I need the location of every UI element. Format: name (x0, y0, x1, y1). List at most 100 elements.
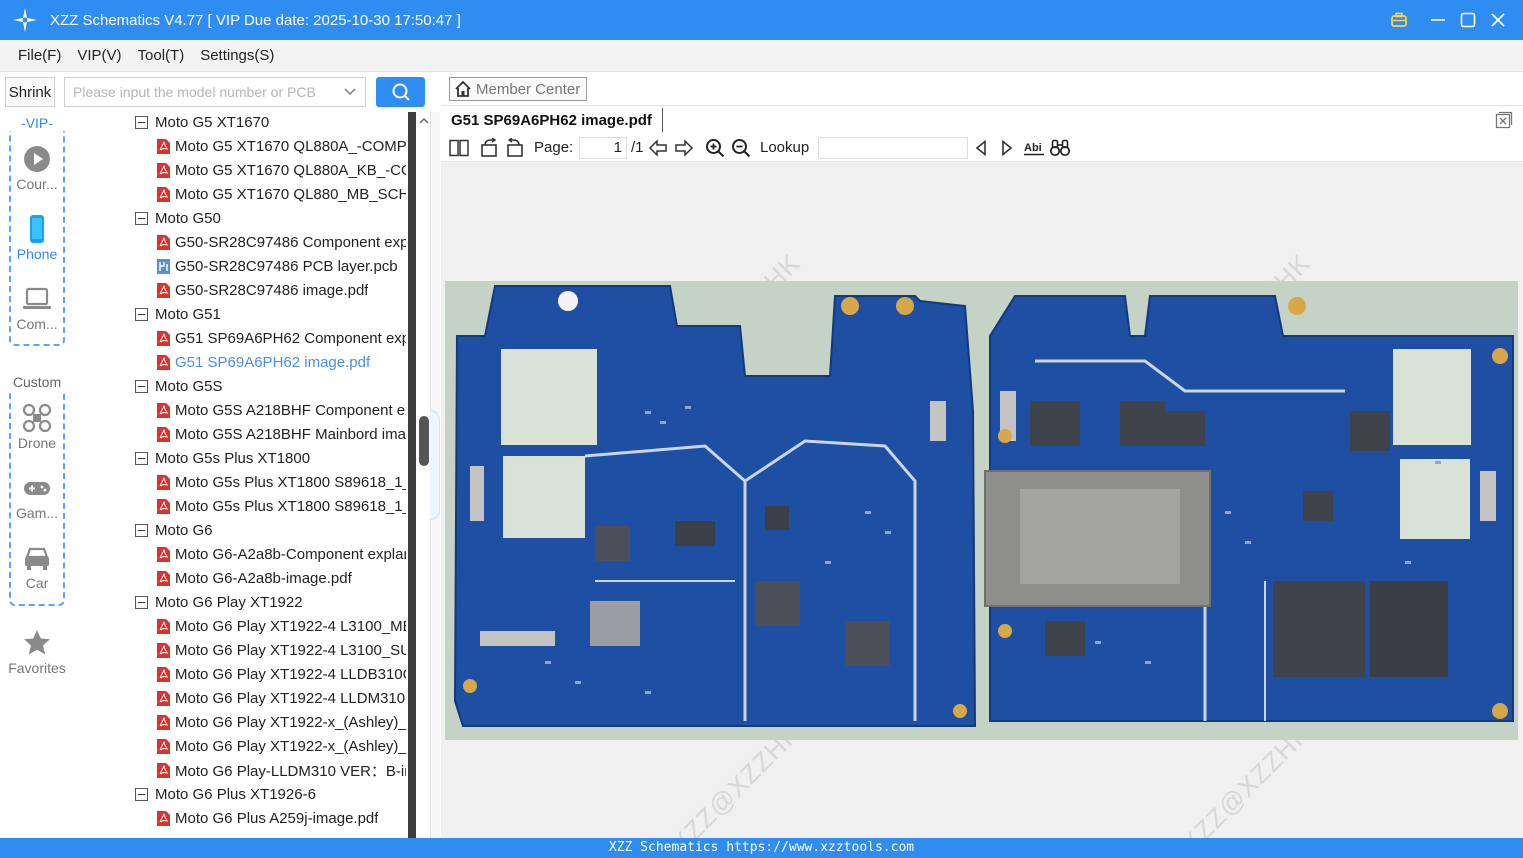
pcb-board-image[interactable] (445, 281, 1518, 740)
tree-file[interactable]: Moto G5S A218BHF Mainbord image (75, 422, 407, 446)
category-course[interactable]: Cour... (0, 144, 74, 192)
tab-g51-image[interactable]: G51 SP69A6PH62 image.pdf (451, 108, 663, 132)
tree-item-label: Moto G6 (155, 521, 213, 539)
tree-scrollbar[interactable] (408, 112, 416, 838)
search-input[interactable] (65, 78, 325, 106)
category-label: Phone (16, 246, 58, 262)
collapse-toggle-icon[interactable] (135, 787, 148, 801)
zoom-out-icon[interactable] (731, 138, 751, 158)
binoculars-icon[interactable] (1049, 138, 1071, 158)
scroll-thumb[interactable] (419, 416, 429, 466)
tree-item-label: Moto G5s Plus XT1800 S89618_1_1 (175, 497, 407, 515)
chevron-down-icon[interactable] (343, 84, 357, 101)
two-page-view-icon[interactable] (449, 138, 469, 158)
tree-item-label: Moto G5S A218BHF Mainbord image (175, 425, 407, 443)
tree-file[interactable]: Moto G6 Play XT1922-4 L3100_MB (75, 614, 407, 638)
tree-item-label: G51 SP69A6PH62 Component explanation (175, 329, 407, 347)
tree-file[interactable]: G51 SP69A6PH62 image.pdf (75, 350, 370, 374)
menu-settings[interactable]: Settings(S) (200, 47, 274, 64)
tree-file[interactable]: Moto G6 Play XT1922-4 LLDM310E (75, 686, 407, 710)
tree-file[interactable]: Moto G6 Play-LLDM310 VER：B-in (75, 758, 407, 782)
tree-file[interactable]: Moto G5 XT1670 QL880A_KB_-COMPONENT (75, 158, 407, 182)
close-button[interactable] (1483, 0, 1513, 40)
category-phone[interactable]: Phone (0, 214, 74, 262)
tree-file[interactable]: Moto G5 XT1670 QL880A_-COMPONENT (75, 134, 407, 158)
pdf-file-icon (157, 690, 170, 706)
tree-file[interactable]: Moto G5S A218BHF Component explanation (75, 398, 407, 422)
member-center-button[interactable]: Member Center (449, 77, 588, 101)
tree-folder[interactable]: Moto G50 (75, 206, 221, 230)
category-computer[interactable]: Com... (0, 284, 74, 332)
previous-page-icon[interactable] (648, 138, 668, 158)
rotate-right-icon[interactable] (505, 138, 525, 158)
close-tab-icon[interactable] (1495, 111, 1513, 132)
menu-tool[interactable]: Tool(T) (138, 47, 185, 64)
tree-file[interactable]: Moto G5s Plus XT1800 S89618_1_1 (75, 494, 407, 518)
app-logo-icon (11, 6, 39, 34)
pdf-viewer[interactable]: XZZ@XZZHK XZZ@XZZHK XZZ@XZZHK XZZ@XZZHK (441, 163, 1523, 838)
search-icon (392, 83, 410, 101)
find-next-icon[interactable] (998, 138, 1016, 158)
next-page-icon[interactable] (674, 138, 694, 158)
category-car[interactable]: Car (0, 543, 74, 591)
briefcase-icon[interactable] (1384, 0, 1414, 40)
tree-file[interactable]: G51 SP69A6PH62 Component explanation (75, 326, 407, 350)
collapse-toggle-icon[interactable] (135, 115, 148, 129)
collapse-toggle-icon[interactable] (135, 211, 148, 225)
tree-folder[interactable]: Moto G5S (75, 374, 223, 398)
tree-item-label: Moto G6 Play-LLDM310 VER：B-in (175, 762, 407, 780)
tree-folder[interactable]: Moto G6 Plus XT1926-6 (75, 782, 316, 806)
tree-file[interactable]: Moto G6 Plus A259j-image.pdf (75, 806, 378, 830)
category-label: Com... (16, 316, 58, 332)
tree-file[interactable]: Moto G5 XT1670 QL880_MB_SCH_V (75, 182, 407, 206)
pcb-file-icon (157, 258, 170, 274)
page-number-input[interactable]: 1 (579, 137, 627, 159)
splitter-handle[interactable] (430, 410, 440, 520)
tree-file[interactable]: Moto G6 Play XT1922-4 L3100_SUB (75, 638, 407, 662)
tree-item-label: Moto G6-A2a8b-Component explanation (175, 545, 407, 563)
tree-file[interactable]: Moto G6 Play XT1922-4 LLDB310C (75, 662, 407, 686)
minimize-button[interactable] (1423, 0, 1453, 40)
rotate-left-icon[interactable] (479, 138, 499, 158)
tree-file[interactable]: G50-SR28C97486 image.pdf (75, 278, 368, 302)
tree-item-label: Moto G6 Plus XT1926-6 (155, 785, 316, 803)
category-drone[interactable]: Drone (0, 403, 74, 451)
collapse-toggle-icon[interactable] (135, 595, 148, 609)
zoom-in-icon[interactable] (705, 138, 725, 158)
tree-file[interactable]: Moto G6 Play XT1922-x_(Ashley)_M (75, 734, 407, 758)
category-label: Gam... (15, 505, 58, 521)
collapse-toggle-icon[interactable] (135, 307, 148, 321)
pdf-file-icon (157, 474, 170, 490)
maximize-button[interactable] (1453, 0, 1483, 40)
menu-vip[interactable]: VIP(V) (77, 47, 121, 64)
shrink-button[interactable]: Shrink (5, 77, 55, 107)
chevron-up-icon[interactable] (418, 114, 430, 130)
tree-file[interactable]: G50-SR28C97486 Component explanation (75, 230, 407, 254)
tree-folder[interactable]: Moto G5s Plus XT1800 (75, 446, 310, 470)
favorites-button[interactable]: Favorites (0, 628, 74, 676)
tree-item-label: Moto G6 Play XT1922 (155, 593, 303, 611)
collapse-toggle-icon[interactable] (135, 379, 148, 393)
tree-folder[interactable]: Moto G5 XT1670 (75, 112, 269, 134)
pcb-board-drawing (453, 285, 1514, 727)
pdf-file-icon (157, 354, 170, 370)
tree-folder[interactable]: Moto G6 Play XT1922 (75, 590, 303, 614)
member-row: Member Center (441, 72, 1523, 106)
tree-file[interactable]: Moto G5s Plus XT1800 S89618_1_1 (75, 470, 407, 494)
category-game[interactable]: Gam... (0, 473, 74, 521)
lookup-input[interactable] (818, 137, 968, 159)
match-case-icon[interactable]: Abi (1023, 138, 1045, 158)
find-previous-icon[interactable] (972, 138, 990, 158)
tree-folder[interactable]: Moto G51 (75, 302, 221, 326)
tree-file[interactable]: Moto G6-A2a8b-Component explanation (75, 542, 407, 566)
tree-file[interactable]: G50-SR28C97486 PCB layer.pcb (75, 254, 398, 278)
pdf-file-icon (157, 426, 170, 442)
tree-folder[interactable]: Moto G6 (75, 518, 213, 542)
search-button[interactable] (376, 77, 425, 107)
menu-file[interactable]: File(F) (18, 47, 61, 64)
collapse-toggle-icon[interactable] (135, 451, 148, 465)
collapse-toggle-icon[interactable] (135, 523, 148, 537)
model-tree: Moto G5 XT1670 Moto G5 XT1670 QL880A_-COM… (75, 112, 420, 838)
tree-file[interactable]: Moto G6 Play XT1922-x_(Ashley)_M (75, 710, 407, 734)
tree-file[interactable]: Moto G6-A2a8b-image.pdf (75, 566, 352, 590)
